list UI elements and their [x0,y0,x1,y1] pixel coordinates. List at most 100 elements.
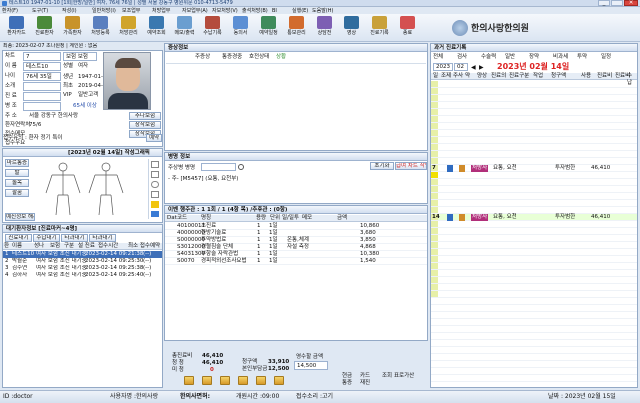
toolbar-button-4[interactable]: 처방관리 [115,14,142,41]
check-2[interactable]: 재진 [360,380,370,387]
body-chart-reset-button[interactable]: 예진정보 해제 [5,213,35,221]
history-day-row[interactable] [431,158,637,165]
history-day-row[interactable] [431,375,637,382]
history-day-row[interactable] [431,130,637,137]
history-day-row[interactable] [431,312,637,319]
history-day-row[interactable] [431,221,637,228]
rect-tool-icon[interactable] [151,191,159,198]
history-filter-7[interactable]: 일정 [601,54,611,61]
history-day-row[interactable] [431,95,637,102]
waiting-row[interactable]: 2 박월순 여자 보험 초진 대기중 2023-02-14 09:25:30 (--) [3,258,162,265]
toolbar-button-8[interactable]: 동의서 [227,14,254,41]
history-day-row[interactable] [431,347,637,354]
history-day-row[interactable] [431,137,637,144]
waiting-tab-0[interactable]: 진료대기 [5,234,32,242]
history-day-row[interactable] [431,277,637,284]
history-day-row[interactable] [431,207,637,214]
history-day-row[interactable] [431,81,637,88]
history-day-row[interactable] [431,242,637,249]
diagnosis-action-button[interactable]: 급여 차트 작업 [395,162,427,170]
history-doc-icon[interactable] [447,165,453,172]
history-filter-6[interactable]: 투약 [577,54,587,61]
year-select[interactable]: 2023 [433,63,453,71]
toolbar-button-7[interactable]: 수납기록 [199,14,226,41]
symptom-tab-1[interactable]: 통증경중 [222,54,242,61]
history-day-row[interactable] [431,179,637,186]
history-edit-icon[interactable] [459,165,465,172]
history-day-row[interactable] [431,102,637,109]
refund-icon[interactable] [256,376,266,385]
history-day-row[interactable] [431,186,637,193]
history-day-row[interactable] [431,263,637,270]
history-day-row[interactable] [431,298,637,305]
history-day-row[interactable] [431,88,637,95]
close-button[interactable]: ✕ [624,0,638,6]
history-filter-3[interactable]: 일반 [505,54,515,61]
body-tab-2[interactable]: 돌목 [5,179,29,187]
toolbar-button-5[interactable]: 예약조회 [143,14,170,41]
circle-tool-icon[interactable] [151,181,159,188]
order-row[interactable]: S4031300 부항술 자락관법 1 1일 10,380 [165,251,427,258]
history-day-row[interactable]: 14 처방사 요통, 요천 투자범한 46,410 [431,214,637,221]
right-button-2[interactable]: 장작보험 [129,121,161,129]
history-edit-icon[interactable] [459,214,465,221]
history-day-row[interactable] [431,172,637,179]
history-filter-0[interactable]: 전체 [433,54,443,61]
history-day-row[interactable] [431,354,637,361]
toolbar-button-2[interactable]: 가족환자 [59,14,86,41]
history-day-row[interactable] [431,235,637,242]
waiting-tab-1[interactable]: 수납대기 [33,234,60,242]
history-day-row[interactable] [431,270,637,277]
patient-field-4[interactable] [23,92,61,101]
print-icon[interactable] [184,376,194,385]
reservation-button[interactable]: 예약 [146,134,162,142]
body-tab-1[interactable]: 발 [5,169,29,177]
history-day-row[interactable] [431,305,637,312]
toolbar-button-10[interactable]: 통보관리 [283,14,310,41]
card-option[interactable]: 카드 [360,373,370,380]
toolbar-button-0[interactable]: 환자카드 [3,14,30,41]
history-filter-5[interactable]: 비과세 [553,54,568,61]
save-icon[interactable] [274,376,284,385]
history-day-row[interactable] [431,256,637,263]
waiting-tab-2[interactable]: 타과대기 [61,234,88,242]
order-row[interactable]: 40000000 한방기술료 1 1일 3,680 [165,230,427,237]
history-day-row[interactable] [431,326,637,333]
history-day-row[interactable] [431,144,637,151]
patient-field-1[interactable]: 테스트10 [23,62,61,71]
order-row[interactable]: S0070 경피적외선조사요법 1 1일 1,540 [165,258,427,265]
body-tab-3[interactable]: 팔꿈 [5,189,29,197]
waiting-row[interactable]: 1 테스트10 여자 보험 초진 대기중 2023-02-14 09:21:38 (--… [3,251,162,258]
history-day-row[interactable] [431,340,637,347]
chart-value[interactable]: 보험 보험 [63,52,97,61]
receipt-amount-input[interactable]: 14,500 [294,361,328,370]
order-row[interactable]: S0000000 투약방법료 1 1일 온통,체계 3,850 [165,237,427,244]
patient-field-3[interactable] [23,82,61,91]
symptom-tab-0[interactable]: 주증상 [195,54,210,61]
line-tool-icon[interactable] [151,171,159,178]
next-month-icon[interactable]: ▶ [479,64,484,71]
history-doc-icon[interactable] [447,214,453,221]
receipt-icon[interactable] [202,376,212,385]
diagnosis-reset-button[interactable]: 초기화 [370,162,394,170]
symptom-tab-3[interactable]: 상황 [276,54,286,61]
history-day-row[interactable] [431,319,637,326]
card-icon[interactable] [220,376,230,385]
toolbar-button-9[interactable]: 예약일정 [255,14,282,41]
waiting-row[interactable]: 4 김하자 여자 보험 초진 대기중 2023-02-14 09:25:40 (--) [3,272,162,279]
history-day-row[interactable]: 7 처방사 요통, 요천 투자범한 46,410 [431,165,637,172]
history-day-row[interactable] [431,200,637,207]
maximize-button[interactable] [611,0,623,6]
toolbar-button-3[interactable]: 처방등록 [87,14,114,41]
toolbar-button-12[interactable]: 영상 [338,14,365,41]
diagnosis-input[interactable] [201,163,236,171]
waiting-row[interactable]: 3 김수연 여자 보험 초진 대기중 2023-02-14 09:25:38 (--) [3,265,162,272]
symptom-text-area[interactable] [166,63,426,149]
patient-field-5[interactable] [23,102,61,111]
toolbar-button-6[interactable]: 메모/출력 [171,14,198,41]
patient-field-2[interactable]: 76세 35일 [23,72,61,81]
body-tab-0[interactable]: 마르통증 [5,159,29,167]
history-day-row[interactable] [431,151,637,158]
history-filter-2[interactable]: 수술력 [481,54,496,61]
minimize-button[interactable]: _ [598,0,610,6]
